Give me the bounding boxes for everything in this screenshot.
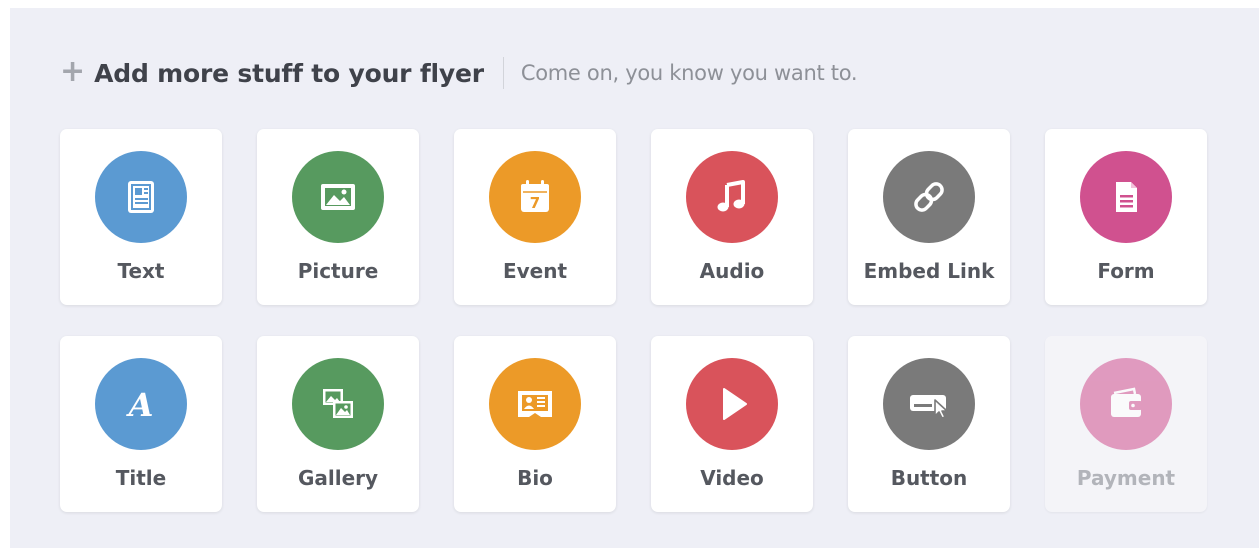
tile-label: Form — [1097, 259, 1155, 283]
tile-label: Text — [117, 259, 165, 283]
add-audio-tile[interactable]: Audio — [651, 129, 813, 305]
picture-icon — [292, 151, 384, 243]
title-glyph: A — [126, 386, 154, 424]
add-bio-tile[interactable]: Bio — [454, 336, 616, 512]
plus-icon: + — [60, 53, 86, 89]
tile-label: Gallery — [297, 466, 379, 490]
tile-label: Bio — [517, 466, 553, 490]
add-video-tile[interactable]: Video — [651, 336, 813, 512]
add-form-tile[interactable]: Form — [1045, 129, 1207, 305]
add-button-tile[interactable]: Button — [848, 336, 1010, 512]
add-embed-link-tile[interactable]: Embed Link — [848, 129, 1010, 305]
title-letter-icon: A — [95, 358, 187, 450]
play-icon — [686, 358, 778, 450]
tile-label: Payment — [1076, 466, 1176, 490]
music-note-icon — [686, 151, 778, 243]
add-text-tile[interactable]: Text — [60, 129, 222, 305]
calendar-day: 7 — [530, 194, 540, 212]
tile-label: Event — [502, 259, 568, 283]
calendar-icon: 7 — [489, 151, 581, 243]
add-payment-tile: Payment — [1045, 336, 1207, 512]
bio-card-icon — [489, 358, 581, 450]
form-document-icon — [1080, 151, 1172, 243]
tile-label: Audio — [699, 259, 765, 283]
add-event-tile[interactable]: 7 Event — [454, 129, 616, 305]
wallet-icon — [1080, 358, 1172, 450]
button-cursor-icon — [883, 358, 975, 450]
tile-label: Video — [700, 466, 764, 490]
add-picture-tile[interactable]: Picture — [257, 129, 419, 305]
add-title-tile[interactable]: A Title — [60, 336, 222, 512]
gallery-icon — [292, 358, 384, 450]
tile-label: Picture — [297, 259, 379, 283]
panel-subtitle: Come on, you know you want to. — [520, 61, 858, 85]
tile-label: Embed Link — [863, 259, 995, 283]
panel-header: + Add more stuff to your flyer Come on, … — [60, 53, 858, 92]
panel-title: Add more stuff to your flyer — [94, 58, 484, 88]
tile-label: Title — [115, 466, 167, 490]
add-gallery-tile[interactable]: Gallery — [257, 336, 419, 512]
tile-label: Button — [890, 466, 968, 490]
link-icon — [883, 151, 975, 243]
content-type-grid: Text Picture 7 Event Audio Embed Link Fo… — [60, 129, 1207, 512]
add-content-panel: + Add more stuff to your flyer Come on, … — [10, 8, 1259, 548]
text-document-icon — [95, 151, 187, 243]
header-divider — [502, 57, 504, 89]
